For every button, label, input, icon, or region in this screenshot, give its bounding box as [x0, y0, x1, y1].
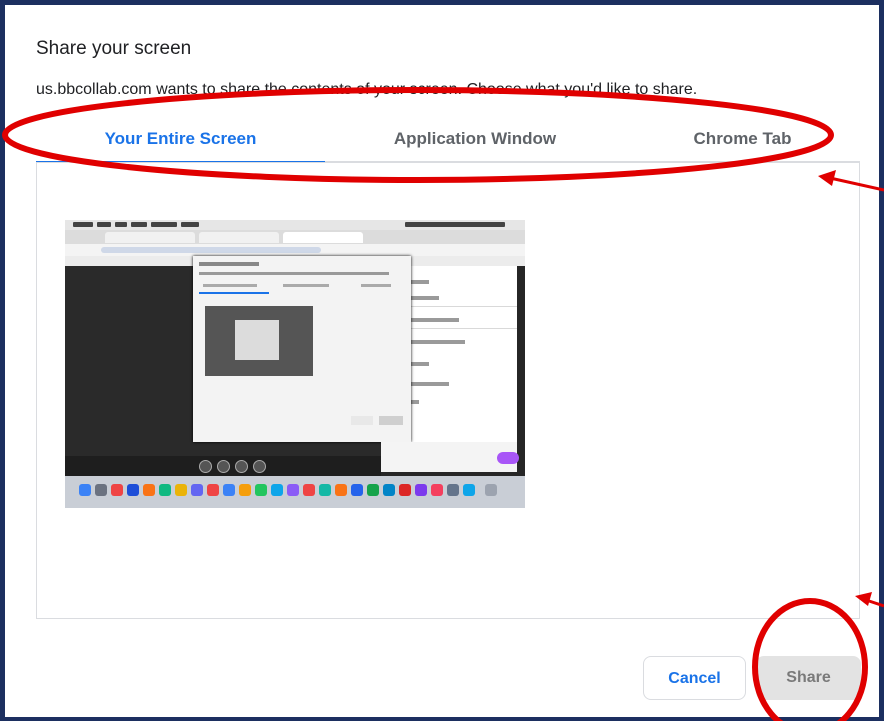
screen-thumbnail[interactable] [65, 220, 525, 508]
dialog-title: Share your screen [36, 38, 192, 59]
dialog-subtitle: us.bbcollab.com wants to share the conte… [36, 81, 698, 98]
source-tabs: Your Entire Screen Application Window Ch… [36, 119, 860, 164]
thumbnail-purple-pill [497, 452, 519, 464]
thumbnail-dialog [193, 256, 411, 442]
tab-application-window[interactable]: Application Window [325, 119, 625, 161]
cancel-button[interactable]: Cancel [643, 656, 746, 700]
thumbnail-tabstrip [65, 230, 525, 244]
share-screen-dialog: Share your screen us.bbcollab.com wants … [0, 0, 884, 721]
tab-entire-screen[interactable]: Your Entire Screen [36, 119, 325, 164]
thumbnail-controls [65, 456, 381, 476]
thumbnail-menubar [65, 220, 525, 230]
tab-chrome-tab[interactable]: Chrome Tab [625, 119, 860, 161]
thumbnail-urlbar [65, 244, 525, 256]
share-button[interactable]: Share [756, 656, 861, 700]
thumbnail-dock [65, 476, 525, 508]
